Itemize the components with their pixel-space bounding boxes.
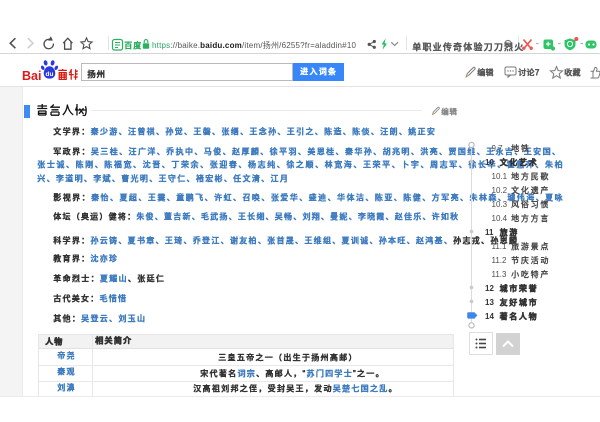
svg-text:du: du: [46, 71, 54, 78]
